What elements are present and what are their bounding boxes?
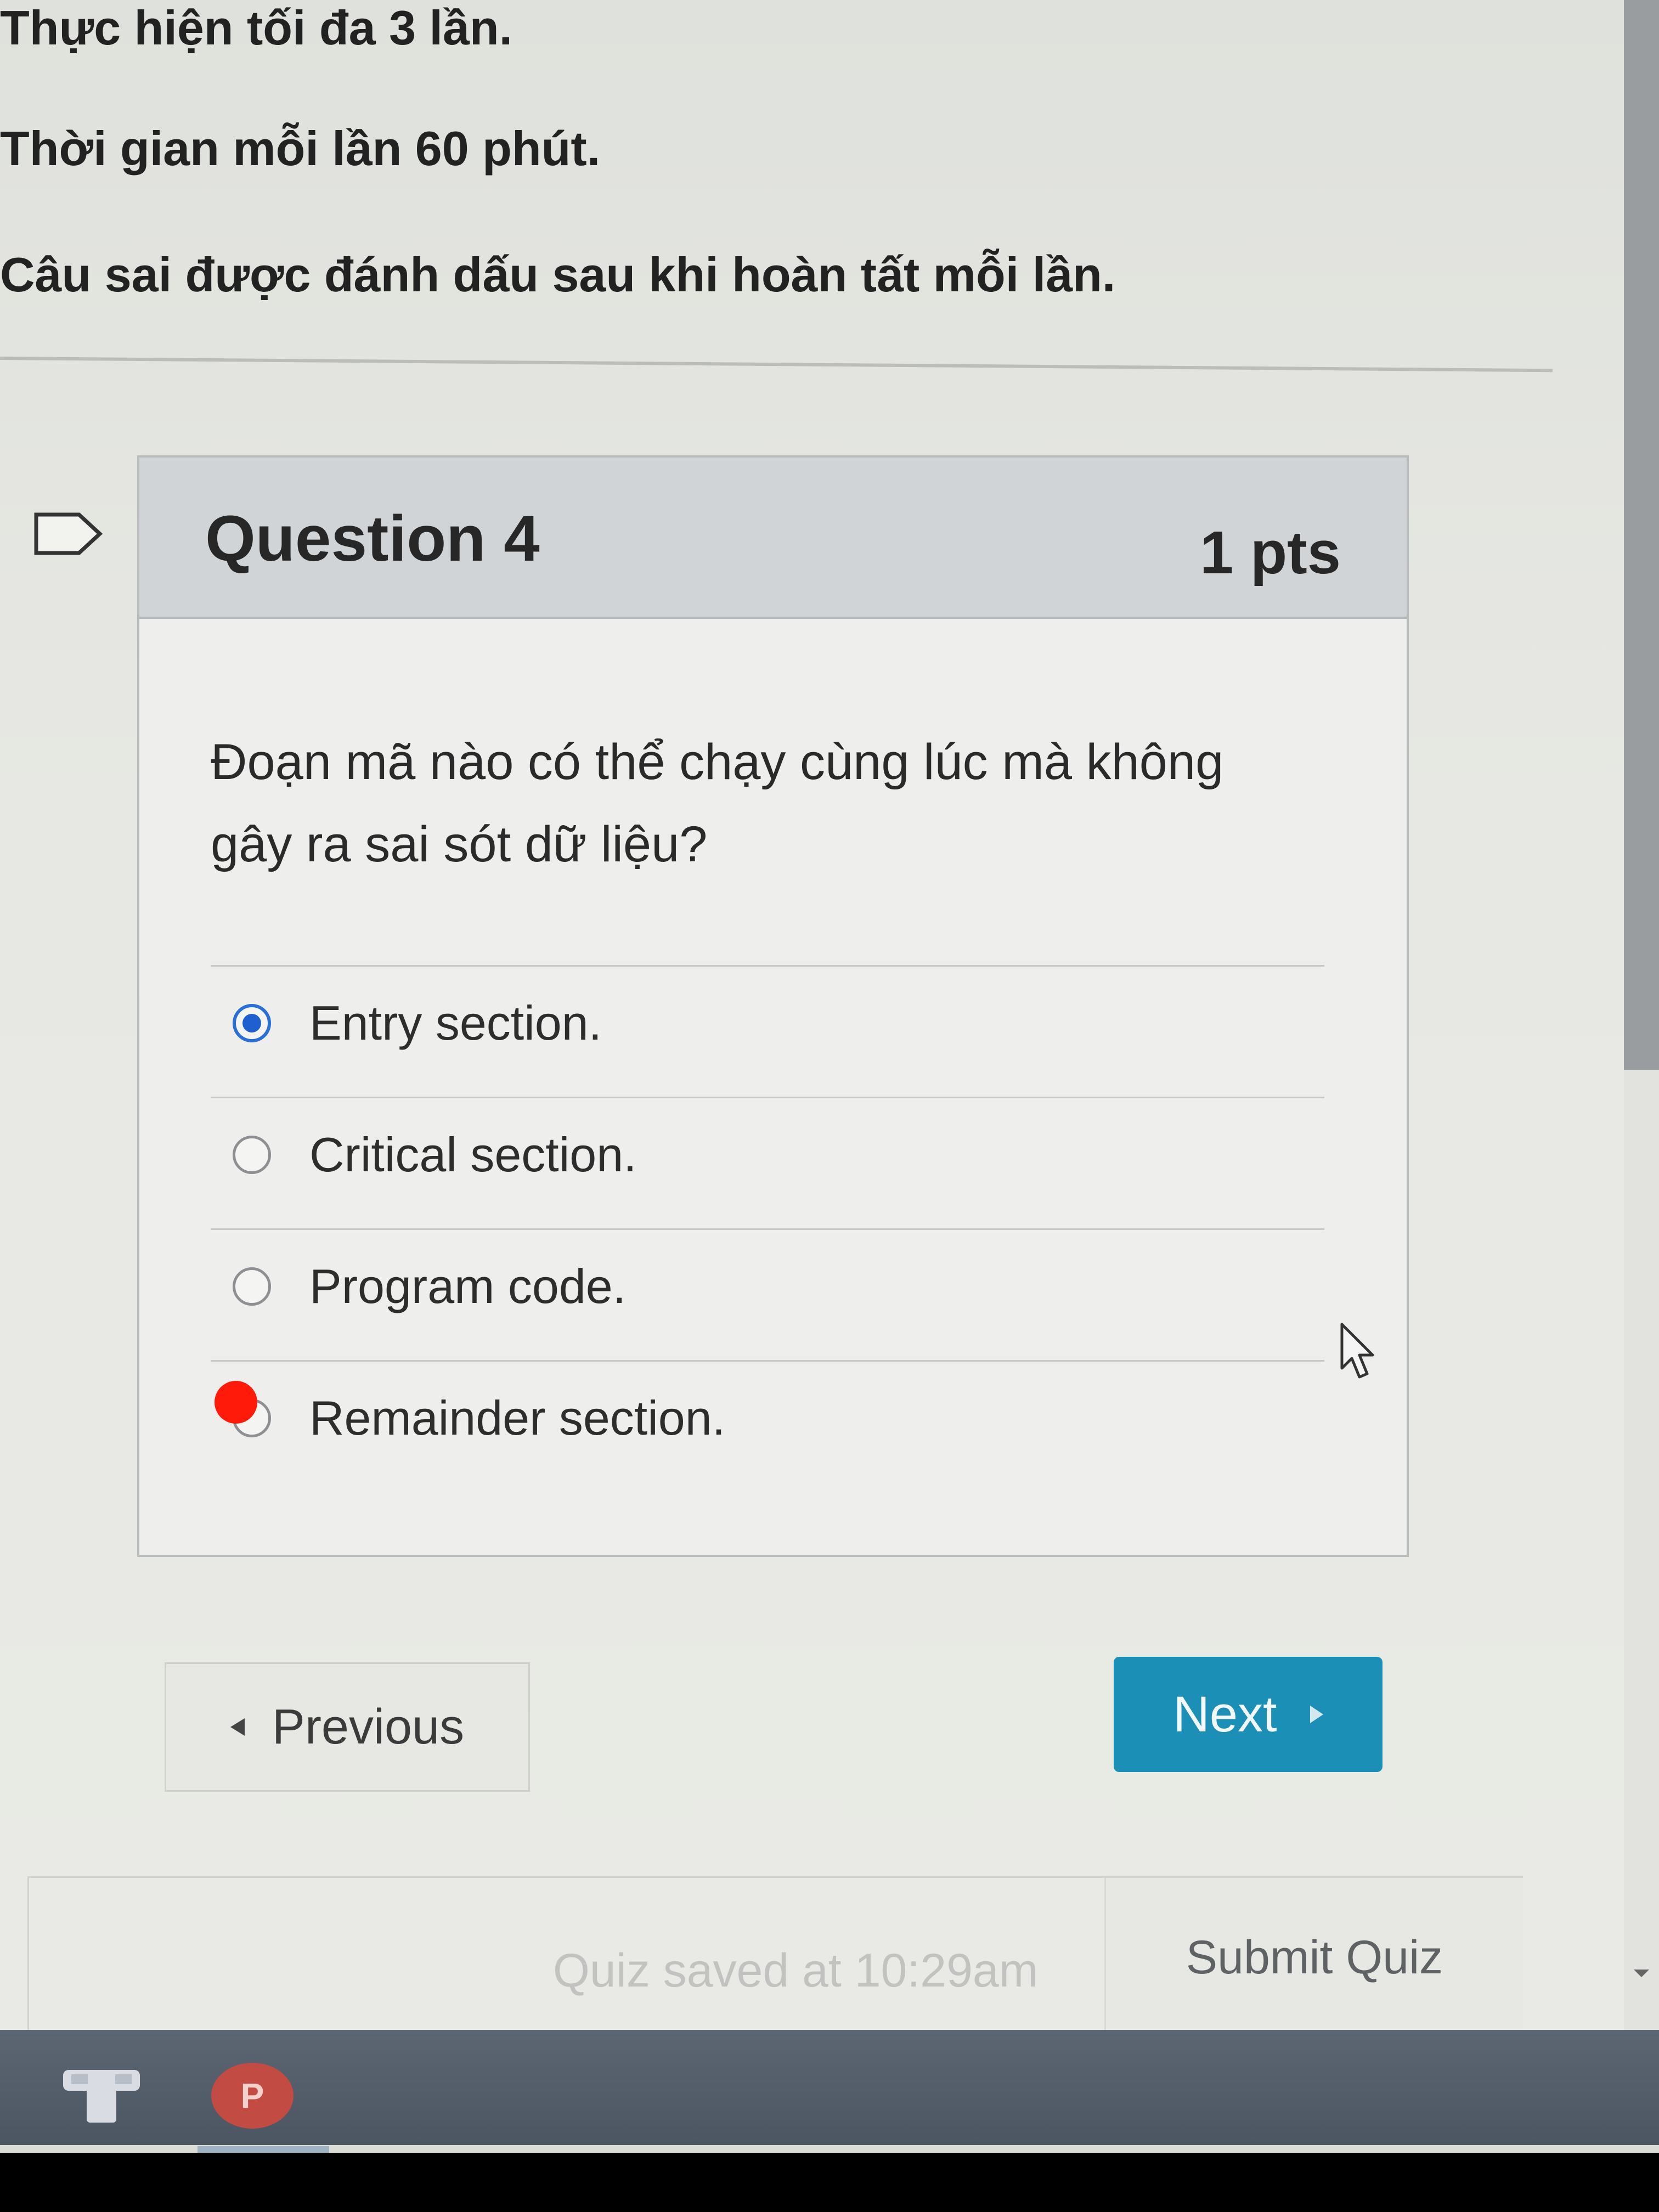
red-dot-marker-icon — [215, 1381, 257, 1424]
submit-label: Submit Quiz — [1186, 1931, 1443, 1984]
powerpoint-app-icon[interactable]: P — [211, 2063, 294, 2129]
section-divider — [0, 357, 1553, 373]
previous-button[interactable]: Previous — [165, 1662, 530, 1792]
screen-bezel — [0, 2153, 1659, 2212]
radio-icon[interactable] — [233, 1267, 271, 1306]
question-card: Question 4 1 pts Đoạn mã nào có thể chạy… — [137, 455, 1409, 1557]
powerpoint-letter: P — [240, 2076, 264, 2115]
answer-label: Entry section. — [309, 996, 602, 1050]
next-button[interactable]: Next — [1114, 1657, 1383, 1772]
previous-label: Previous — [272, 1699, 465, 1754]
question-text: Đoạn mã nào có thể chạy cùng lúc mà khôn… — [211, 734, 1224, 872]
scrollbar-thumb[interactable] — [1624, 0, 1659, 1070]
attempts-info: Thực hiện tối đa 3 lần. — [0, 1, 513, 55]
mouse-cursor-icon — [1340, 1323, 1374, 1379]
taskbar: P — [0, 2030, 1659, 2145]
answer-option-program-code[interactable]: Program code. — [233, 1259, 626, 1314]
quiz-footer: Quiz saved at 10:29am Submit Quiz — [27, 1876, 1523, 2037]
submit-quiz-button[interactable]: Submit Quiz — [1104, 1878, 1523, 2037]
time-limit-info: Thời gian mỗi lần 60 phút. — [0, 121, 601, 176]
scroll-down-icon[interactable] — [1634, 1970, 1649, 1977]
teams-app-icon[interactable] — [60, 2066, 143, 2126]
answer-divider — [211, 1097, 1324, 1098]
answer-option-critical-section[interactable]: Critical section. — [233, 1127, 637, 1183]
answer-label: Critical section. — [309, 1127, 637, 1182]
radio-selected-icon[interactable] — [233, 1004, 271, 1042]
answer-label: Remainder section. — [309, 1391, 726, 1445]
answer-divider — [211, 1228, 1324, 1230]
marking-info: Câu sai được đánh dấu sau khi hoàn tất m… — [0, 247, 1116, 302]
question-title: Question 4 — [205, 503, 540, 575]
answer-divider — [211, 1360, 1324, 1362]
chevron-left-icon — [230, 1718, 245, 1736]
flag-question-icon[interactable] — [33, 510, 104, 557]
saved-status: Quiz saved at 10:29am — [553, 1944, 1039, 1997]
radio-icon[interactable] — [215, 1381, 271, 1437]
next-label: Next — [1173, 1686, 1277, 1742]
radio-icon[interactable] — [233, 1136, 271, 1174]
question-points: 1 pts — [1200, 519, 1341, 586]
active-app-indicator — [198, 2146, 329, 2153]
quiz-page: Thực hiện tối đa 3 lần. Thời gian mỗi lầ… — [0, 0, 1624, 2037]
answer-divider — [211, 965, 1324, 967]
scrollbar[interactable] — [1624, 0, 1659, 2030]
answer-label: Program code. — [309, 1259, 627, 1313]
answer-option-remainder-section[interactable]: Remainder section. — [215, 1381, 726, 1446]
question-header: Question 4 1 pts — [139, 458, 1407, 619]
chevron-right-icon — [1310, 1706, 1323, 1723]
answer-option-entry-section[interactable]: Entry section. — [233, 995, 602, 1051]
